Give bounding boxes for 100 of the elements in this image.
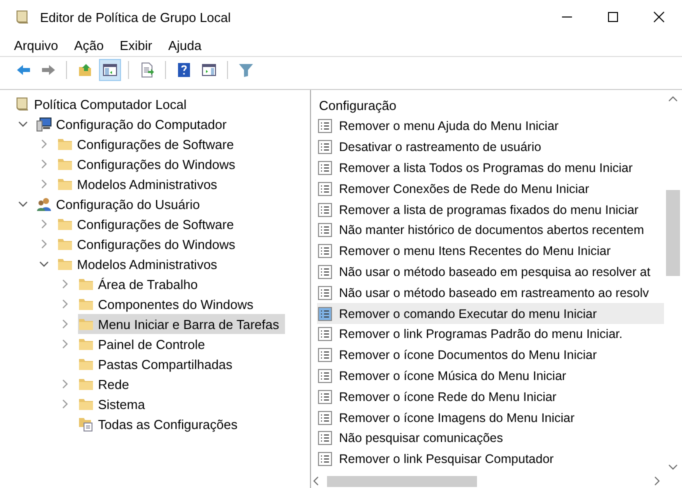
tree-item[interactable]: Configurações do Windows	[57, 154, 242, 174]
scroll-down-icon[interactable]	[668, 464, 678, 470]
expand-chevron-icon[interactable]	[60, 399, 70, 409]
tree-item[interactable]: Política Computador Local	[14, 94, 192, 114]
list-item[interactable]: Remover a lista Todos os Programas do menu Iniciar	[317, 158, 664, 178]
tree-item[interactable]: Configuração do Usuário	[36, 194, 206, 214]
scroll-up-icon[interactable]	[668, 96, 678, 102]
list-item[interactable]: Desativar o rastreamento de usuário	[317, 136, 664, 158]
list-item[interactable]: Remover o ícone Documentos do Menu Iniciar	[317, 344, 664, 366]
menu-item[interactable]: Ajuda	[168, 38, 202, 52]
list-item[interactable]: Remover o comando Executar do menu Iniciar	[317, 303, 664, 324]
setting-page-icon	[317, 388, 333, 405]
tree-item[interactable]: Rede	[78, 374, 136, 394]
collapse-chevron-icon[interactable]	[18, 119, 28, 129]
setting-page-icon	[317, 410, 333, 426]
help-icon	[176, 62, 192, 78]
tree-pane-button[interactable]	[99, 59, 121, 81]
setting-page-icon	[317, 139, 333, 156]
tree-item[interactable]: Componentes do Windows	[78, 294, 260, 314]
setting-page-icon	[317, 160, 333, 176]
list-item[interactable]: Remover o link Programas Padrão do menu Iniciar.	[317, 324, 664, 345]
list-item[interactable]: Não pesquisar comunicações	[317, 428, 664, 449]
expand-chevron-icon[interactable]	[60, 279, 70, 289]
expand-chevron-icon[interactable]	[39, 239, 49, 249]
collapse-chevron-icon[interactable]	[18, 199, 28, 209]
users-icon	[36, 196, 52, 212]
expand-chevron-icon[interactable]	[39, 179, 49, 189]
tree-item[interactable]: Painel de Controle	[78, 334, 211, 354]
expand-chevron-icon[interactable]	[60, 379, 70, 389]
setting-page-icon	[317, 243, 333, 260]
setting-page-icon	[317, 222, 333, 238]
list-item[interactable]: Remover o menu Ajuda do Menu Iniciar	[317, 116, 664, 137]
close-icon	[653, 11, 665, 23]
folder-icon	[57, 176, 73, 192]
list-item[interactable]: Remover o link Pesquisar Computador	[317, 448, 664, 470]
expand-chevron-icon[interactable]	[60, 339, 70, 349]
tree-item[interactable]: Modelos Administrativos	[57, 174, 224, 194]
list-item[interactable]: Remover o ícone Imagens do Menu Iniciar	[317, 407, 664, 428]
settings-folder-icon	[78, 416, 94, 432]
export-list-icon	[139, 62, 155, 78]
list-item[interactable]: Não usar o método baseado em rastreamento ao resolv	[317, 282, 664, 304]
folder-icon	[57, 156, 73, 172]
back-arrow-icon	[15, 62, 31, 78]
folder-icon	[78, 276, 94, 292]
setting-page-icon	[317, 202, 333, 218]
list-item[interactable]: Não manter histórico de documentos abertos recentem	[317, 220, 664, 241]
expand-chevron-icon[interactable]	[60, 299, 70, 309]
setting-page-icon	[317, 368, 333, 384]
scroll-icon	[14, 9, 30, 25]
folder-icon	[78, 296, 94, 312]
scroll-left-icon[interactable]	[313, 476, 319, 486]
tree-item[interactable]: Configuração do Computador	[36, 114, 233, 134]
setting-page-icon	[317, 118, 333, 134]
setting-page-icon	[317, 264, 333, 280]
list-item[interactable]: Remover o ícone Música do Menu Iniciar	[317, 366, 664, 386]
setting-page-icon	[317, 306, 333, 322]
folder-icon	[57, 236, 73, 252]
folder-up-icon	[77, 62, 93, 78]
setting-page-icon	[317, 451, 333, 468]
tree-item[interactable]: Configurações de Software	[57, 214, 240, 234]
tree-item[interactable]: Todas as Configurações	[78, 414, 244, 434]
tree-item[interactable]: Menu Iniciar e Barra de Tarefas	[78, 314, 286, 334]
menu-item[interactable]: Exibir	[120, 38, 152, 52]
maximize-icon	[607, 11, 619, 23]
action-pane-icon	[201, 62, 217, 78]
list-item[interactable]: Não usar o método baseado em pesquisa ao resolver at	[317, 262, 664, 282]
list-item[interactable]: Remover o ícone Rede do Menu Iniciar	[317, 386, 664, 408]
tree-item[interactable]: Configurações do Windows	[57, 234, 242, 254]
scroll-icon	[14, 96, 30, 112]
expand-chevron-icon[interactable]	[39, 139, 49, 149]
column-header[interactable]: Configuração	[319, 98, 396, 112]
scroll-thumb[interactable]	[327, 476, 477, 487]
collapse-chevron-icon[interactable]	[39, 259, 49, 269]
filter-icon	[238, 62, 254, 78]
menu-item[interactable]: Ação	[74, 38, 104, 52]
setting-page-icon	[317, 284, 333, 301]
expand-chevron-icon[interactable]	[60, 319, 70, 329]
folder-icon	[57, 216, 73, 232]
tree-item[interactable]: Modelos Administrativos	[57, 254, 224, 274]
scroll-thumb[interactable]	[666, 190, 680, 276]
tree-item[interactable]: Configurações de Software	[57, 134, 240, 154]
scroll-right-icon[interactable]	[654, 476, 660, 486]
list-item[interactable]: Remover o menu Itens Recentes do Menu Iniciar	[317, 240, 664, 262]
expand-chevron-icon[interactable]	[39, 219, 49, 229]
tree-pane-icon	[102, 62, 118, 78]
folder-icon	[57, 256, 73, 272]
menu-item[interactable]: Arquivo	[14, 38, 58, 52]
tree-item[interactable]: Sistema	[78, 394, 151, 414]
window-title: Editor de Política de Grupo Local	[40, 10, 232, 24]
computer-icon	[36, 116, 52, 132]
setting-page-icon	[317, 430, 333, 446]
list-item[interactable]: Remover a lista de programas fixados do menu Iniciar	[317, 199, 664, 220]
setting-page-icon	[317, 326, 333, 342]
expand-chevron-icon[interactable]	[39, 159, 49, 169]
setting-page-icon	[317, 347, 333, 364]
folder-icon	[78, 376, 94, 392]
list-item[interactable]: Remover Conexões de Rede do Menu Iniciar	[317, 178, 664, 200]
tree-item[interactable]: Área de Trabalho	[78, 274, 204, 294]
folder-icon	[78, 396, 94, 412]
tree-item[interactable]: Pastas Compartilhadas	[78, 354, 238, 374]
